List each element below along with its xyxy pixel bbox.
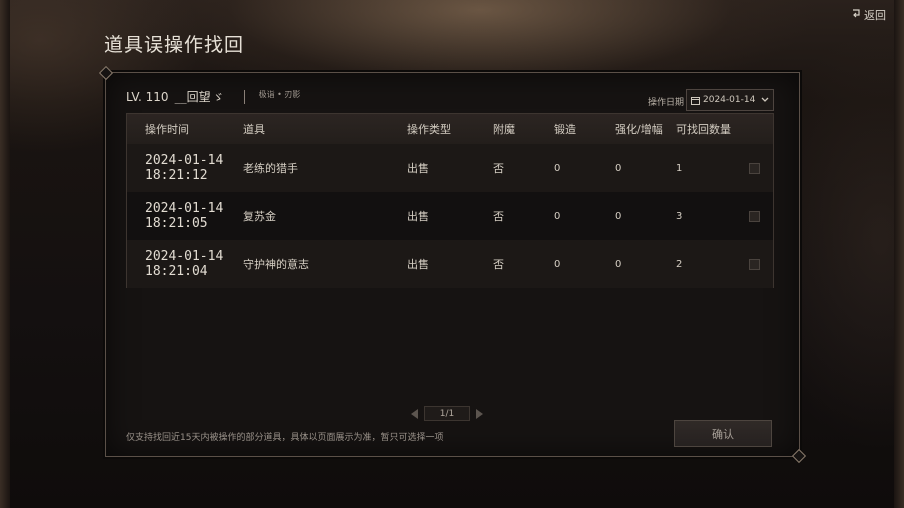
- operation-time: 2024-01-14 18:21:04: [127, 249, 243, 279]
- operation-type: 出售: [407, 162, 429, 175]
- header-forge: 锻造: [554, 123, 576, 136]
- character-class: 极诣 • 刃影: [258, 90, 301, 99]
- recoverable-quantity: 3: [676, 210, 683, 222]
- back-icon: [851, 8, 861, 22]
- item-name: 老练的猎手: [243, 162, 298, 175]
- character-name-decoration: ゞ: [212, 90, 224, 104]
- divider: [243, 89, 245, 104]
- table-row[interactable]: 2024-01-14 18:21:12 老练的猎手 出售 否 0 0 1: [127, 144, 773, 192]
- header-type: 操作类型: [407, 123, 451, 136]
- operation-date: 2024-01-14: [145, 153, 224, 168]
- recoverable-quantity: 2: [676, 258, 683, 270]
- pagination: 1/1: [411, 406, 483, 421]
- date-select[interactable]: 2024-01-14: [686, 89, 774, 111]
- enchant-value: 否: [493, 162, 504, 175]
- character-info: LV. 110 __回望 ゞ 极诣 • 刃影: [126, 88, 300, 105]
- calendar-icon: [691, 96, 700, 105]
- date-filter-label: 操作日期: [648, 98, 685, 108]
- character-level: LV. 110: [126, 89, 169, 104]
- back-button[interactable]: 返回: [851, 7, 886, 23]
- recoverable-quantity: 1: [676, 162, 683, 174]
- select-checkbox[interactable]: [748, 210, 760, 222]
- amplify-value: 0: [615, 162, 622, 174]
- operation-date: 2024-01-14: [145, 201, 224, 216]
- operation-clock: 18:21:12: [145, 168, 208, 183]
- next-page-icon[interactable]: [476, 408, 483, 419]
- left-edge-decoration: [0, 0, 10, 508]
- table-header: 操作时间 道具 操作类型 附魔 锻造 强化/增幅 可找回数量: [127, 114, 773, 144]
- select-checkbox[interactable]: [748, 162, 760, 174]
- header-item: 道具: [243, 123, 265, 136]
- operation-clock: 18:21:05: [145, 216, 208, 231]
- amplify-value: 0: [615, 258, 622, 270]
- recovery-panel: LV. 110 __回望 ゞ 极诣 • 刃影 操作日期 2024-01-14 操…: [105, 72, 800, 457]
- prev-page-icon[interactable]: [411, 408, 418, 419]
- item-name: 守护神的意志: [243, 258, 309, 271]
- header-quantity: 可找回数量: [676, 123, 731, 136]
- forge-value: 0: [554, 210, 561, 222]
- enchant-value: 否: [493, 258, 504, 271]
- header-enchant: 附魔: [493, 123, 515, 136]
- operation-clock: 18:21:04: [145, 264, 208, 279]
- header-amplify: 强化/增幅: [615, 123, 663, 136]
- character-name: __回望: [174, 90, 211, 104]
- table-row[interactable]: 2024-01-14 18:21:04 守护神的意志 出售 否 0 0 2: [127, 240, 773, 288]
- table-row[interactable]: 2024-01-14 18:21:05 复苏金 出售 否 0 0 3: [127, 192, 773, 240]
- operation-time: 2024-01-14 18:21:12: [127, 153, 243, 183]
- page-title: 道具误操作找回: [104, 34, 245, 56]
- chevron-down-icon: [761, 97, 769, 102]
- forge-value: 0: [554, 162, 561, 174]
- select-checkbox[interactable]: [748, 258, 760, 270]
- back-label: 返回: [864, 9, 886, 22]
- forge-value: 0: [554, 258, 561, 270]
- item-name: 复苏金: [243, 210, 276, 223]
- amplify-value: 0: [615, 210, 622, 222]
- footer-note: 仅支持找回近15天内被操作的部分道具，具体以页面展示为准，暂只可选择一项: [126, 433, 444, 443]
- enchant-value: 否: [493, 210, 504, 223]
- operation-type: 出售: [407, 210, 429, 223]
- header-time: 操作时间: [145, 123, 189, 136]
- date-value: 2024-01-14: [703, 95, 756, 105]
- right-edge-decoration: [894, 0, 904, 508]
- confirm-button[interactable]: 确认: [674, 420, 772, 447]
- operations-table: 操作时间 道具 操作类型 附魔 锻造 强化/增幅 可找回数量 2024-01-1…: [126, 113, 774, 288]
- operation-type: 出售: [407, 258, 429, 271]
- page-indicator: 1/1: [424, 406, 470, 421]
- operation-time: 2024-01-14 18:21:05: [127, 201, 243, 231]
- operation-date: 2024-01-14: [145, 249, 224, 264]
